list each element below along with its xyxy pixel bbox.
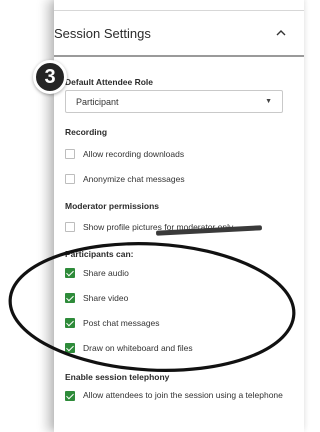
option-telephony-join[interactable]: Allow attendees to join the session usin… (65, 389, 283, 402)
default-role-value: Participant (76, 96, 119, 107)
telephony-heading: Enable session telephony (65, 372, 170, 382)
moderator-heading: Moderator permissions (65, 201, 159, 211)
option-allow-recording-downloads[interactable]: Allow recording downloads (65, 149, 184, 159)
participants-heading: Participants can: (65, 249, 134, 259)
option-label: Share audio (83, 268, 129, 278)
checkbox[interactable] (65, 149, 75, 159)
option-anonymize-chat[interactable]: Anonymize chat messages (65, 174, 185, 184)
checkbox[interactable] (65, 222, 75, 232)
option-post-chat-messages[interactable]: Post chat messages (65, 318, 160, 328)
session-settings-panel: Session Settings (54, 0, 304, 432)
panel-title: Session Settings (54, 25, 151, 41)
checkbox-checked[interactable] (65, 343, 75, 353)
step-number-badge: 3 (33, 60, 67, 94)
checkbox-checked[interactable] (65, 391, 75, 401)
checkbox[interactable] (65, 174, 75, 184)
option-draw-on-whiteboard[interactable]: Draw on whiteboard and files (65, 343, 193, 353)
option-share-video[interactable]: Share video (65, 293, 128, 303)
chevron-up-icon[interactable] (274, 26, 288, 40)
option-label: Allow attendees to join the session usin… (83, 390, 283, 400)
option-label: Draw on whiteboard and files (83, 343, 193, 353)
dropdown-caret-icon: ▼ (265, 98, 272, 105)
checkbox-checked[interactable] (65, 293, 75, 303)
default-role-heading: Default Attendee Role (65, 77, 154, 87)
option-label: Allow recording downloads (83, 149, 185, 159)
checkbox-checked[interactable] (65, 268, 75, 278)
screenshot-stage: Session Settings 3 Default Attendee Role… (0, 0, 319, 432)
panel-header[interactable]: Session Settings (54, 11, 304, 57)
default-role-select[interactable]: Participant ▼ (65, 90, 283, 113)
option-label: Post chat messages (83, 318, 160, 328)
option-share-audio[interactable]: Share audio (65, 268, 129, 278)
option-label: Anonymize chat messages (83, 174, 185, 184)
recording-heading: Recording (65, 127, 108, 137)
option-label: Share video (83, 293, 129, 303)
checkbox-checked[interactable] (65, 318, 75, 328)
